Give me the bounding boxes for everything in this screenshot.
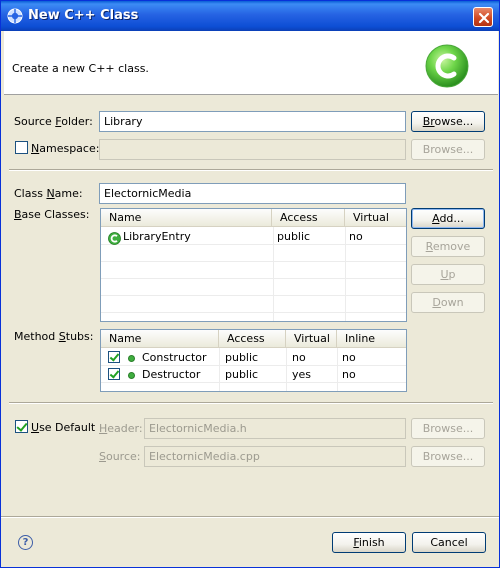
base-class-access: public bbox=[277, 230, 311, 243]
namespace-checkbox[interactable] bbox=[15, 141, 28, 154]
method-inline: no bbox=[342, 351, 356, 364]
move-down-button[interactable]: Down bbox=[411, 292, 485, 313]
table-row[interactable]: Destructor public yes no bbox=[101, 366, 406, 383]
source-file-label: Source: bbox=[99, 450, 141, 463]
source-folder-label: Source Folder: bbox=[14, 115, 93, 128]
method-name: Destructor bbox=[142, 368, 201, 381]
close-button[interactable] bbox=[473, 7, 493, 27]
column-header-name[interactable]: Name bbox=[101, 330, 219, 348]
destructor-checkbox[interactable] bbox=[108, 368, 120, 380]
method-virtual: yes bbox=[292, 368, 312, 381]
column-header-access[interactable]: Access bbox=[272, 209, 345, 227]
separator bbox=[9, 402, 493, 404]
base-class-name: LibraryEntry bbox=[123, 230, 191, 243]
column-header-virtual[interactable]: Virtual bbox=[345, 209, 406, 227]
cancel-button[interactable]: Cancel bbox=[412, 532, 486, 553]
column-header-virtual[interactable]: Virtual bbox=[286, 330, 337, 348]
dialog-header: Create a new C++ class. bbox=[4, 31, 498, 95]
column-header-access[interactable]: Access bbox=[219, 330, 286, 348]
footer-separator bbox=[1, 516, 499, 518]
table-row-empty bbox=[101, 262, 406, 279]
remove-base-class-button[interactable]: Remove bbox=[411, 236, 485, 257]
c-class-logo-icon bbox=[425, 44, 469, 88]
method-virtual: no bbox=[292, 351, 306, 364]
base-class-virtual: no bbox=[349, 230, 363, 243]
table-row-empty bbox=[101, 245, 406, 262]
window-title: New C++ Class bbox=[28, 8, 139, 23]
header-description: Create a new C++ class. bbox=[12, 62, 149, 75]
base-classes-table[interactable]: Name Access Virtual LibraryEntry public … bbox=[100, 208, 407, 322]
method-access: public bbox=[225, 351, 259, 364]
class-name-label: Class Name: bbox=[14, 187, 83, 200]
table-row-empty bbox=[101, 279, 406, 296]
base-classes-label: Base Classes: bbox=[14, 208, 90, 221]
table-header: Name Access Virtual Inline bbox=[101, 330, 406, 348]
method-access: public bbox=[225, 368, 259, 381]
method-inline: no bbox=[342, 368, 356, 381]
source-file-input[interactable]: ElectornicMedia.cpp bbox=[144, 446, 406, 467]
namespace-label: Namespace: bbox=[31, 142, 100, 155]
constructor-checkbox[interactable] bbox=[108, 351, 120, 363]
title-bar[interactable]: New C++ Class bbox=[1, 1, 499, 31]
new-cpp-class-dialog: New C++ Class Create a new C++ class. So… bbox=[0, 0, 500, 568]
namespace-browse-button[interactable]: Browse... bbox=[411, 139, 485, 160]
eclipse-cdt-icon bbox=[7, 8, 23, 24]
table-row-empty bbox=[101, 296, 406, 313]
use-default-checkbox[interactable] bbox=[15, 420, 28, 433]
method-name: Constructor bbox=[142, 351, 207, 364]
header-file-input[interactable]: ElectornicMedia.h bbox=[144, 418, 406, 439]
method-dot-icon bbox=[128, 366, 135, 383]
source-folder-browse-button[interactable]: Browse... bbox=[411, 111, 485, 132]
method-dot-icon bbox=[128, 349, 135, 366]
close-icon bbox=[478, 12, 490, 24]
namespace-input[interactable] bbox=[99, 139, 406, 160]
move-up-button[interactable]: Up bbox=[411, 264, 485, 285]
use-default-label: Use Default bbox=[31, 421, 96, 434]
add-base-class-button[interactable]: Add... bbox=[411, 208, 485, 229]
table-row[interactable]: LibraryEntry public no bbox=[101, 228, 406, 245]
source-browse-button[interactable]: Browse... bbox=[411, 446, 485, 467]
source-folder-input[interactable]: Library bbox=[99, 111, 406, 132]
help-icon[interactable]: ? bbox=[18, 535, 33, 550]
finish-button[interactable]: Finish bbox=[332, 532, 406, 553]
header-file-label: Header: bbox=[99, 422, 143, 435]
table-header: Name Access Virtual bbox=[101, 209, 406, 227]
separator bbox=[9, 169, 493, 171]
class-name-input[interactable]: ElectornicMedia bbox=[99, 183, 406, 204]
method-stubs-label: Method Stubs: bbox=[14, 330, 94, 343]
column-header-inline[interactable]: Inline bbox=[337, 330, 406, 348]
column-header-name[interactable]: Name bbox=[101, 209, 272, 227]
table-row[interactable]: Constructor public no no bbox=[101, 349, 406, 366]
header-browse-button[interactable]: Browse... bbox=[411, 418, 485, 439]
method-stubs-table[interactable]: Name Access Virtual Inline Constructor p… bbox=[100, 329, 407, 392]
